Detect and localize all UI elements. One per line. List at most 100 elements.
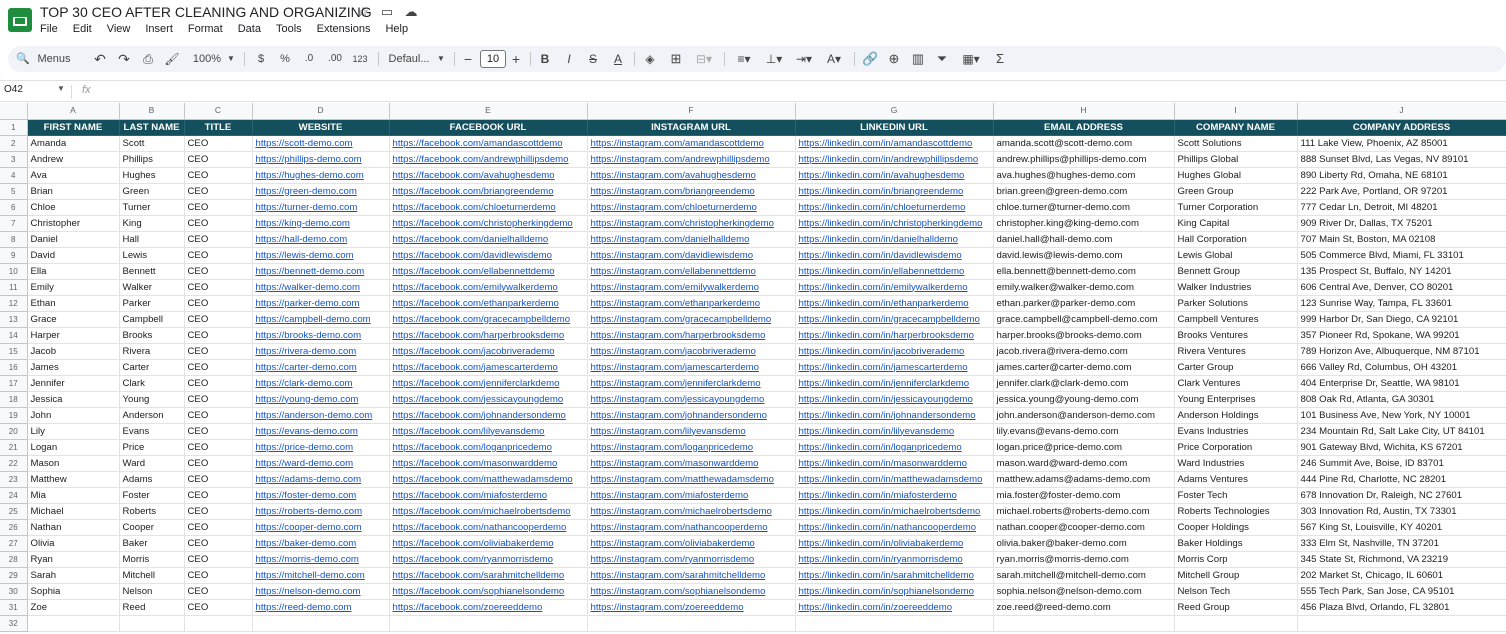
link-cell[interactable]: https://instagram.com/oliviabakerdemo — [587, 535, 796, 552]
star-icon[interactable]: ☆ — [355, 4, 371, 20]
data-cell[interactable]: andrew.phillips@phillips-demo.com — [993, 151, 1175, 168]
data-cell[interactable]: daniel.hall@hall-demo.com — [993, 231, 1175, 248]
data-cell[interactable]: Evans Industries — [1174, 423, 1298, 440]
link-cell[interactable]: https://instagram.com/jamescarterdemo — [587, 359, 796, 376]
font-size-decrease-button[interactable]: − — [462, 46, 474, 72]
data-cell[interactable]: Reed Group — [1174, 599, 1298, 616]
link-cell[interactable]: https://facebook.com/christopherkingdemo — [389, 215, 588, 232]
font-select[interactable]: Defaul... — [386, 46, 432, 72]
link-cell[interactable]: https://reed-demo.com — [252, 599, 390, 616]
data-cell[interactable]: olivia.baker@baker-demo.com — [993, 535, 1175, 552]
data-cell[interactable]: Jacob — [27, 343, 120, 360]
empty-cell[interactable] — [795, 615, 994, 632]
link-cell[interactable]: https://facebook.com/emilywalkerdemo — [389, 279, 588, 296]
data-cell[interactable]: Young — [119, 391, 185, 408]
data-cell[interactable]: Green — [119, 183, 185, 200]
row-header[interactable]: 19 — [0, 407, 28, 424]
link-cell[interactable]: https://campbell-demo.com — [252, 311, 390, 328]
data-cell[interactable]: Amanda — [27, 135, 120, 152]
valign-icon[interactable]: ⊥▾ — [762, 46, 786, 72]
data-cell[interactable]: Mason — [27, 455, 120, 472]
data-cell[interactable]: CEO — [184, 535, 253, 552]
link-cell[interactable]: https://king-demo.com — [252, 215, 390, 232]
link-cell[interactable]: https://linkedin.com/in/harperbrooksdemo — [795, 327, 994, 344]
row-header[interactable]: 29 — [0, 567, 28, 584]
link-cell[interactable]: https://instagram.com/michaelrobertsdemo — [587, 503, 796, 520]
functions-icon[interactable]: Σ — [992, 46, 1008, 72]
data-cell[interactable]: Cooper Holdings — [1174, 519, 1298, 536]
data-cell[interactable]: Carter — [119, 359, 185, 376]
link-cell[interactable]: https://facebook.com/jessicayoungdemo — [389, 391, 588, 408]
row-header[interactable]: 17 — [0, 375, 28, 392]
data-cell[interactable]: Turner Corporation — [1174, 199, 1298, 216]
empty-cell[interactable] — [587, 615, 796, 632]
data-cell[interactable]: lily.evans@evans-demo.com — [993, 423, 1175, 440]
data-cell[interactable]: CEO — [184, 167, 253, 184]
data-cell[interactable]: Reed — [119, 599, 185, 616]
link-cell[interactable]: https://linkedin.com/in/zoereeddemo — [795, 599, 994, 616]
link-cell[interactable]: https://linkedin.com/in/lilyevansdemo — [795, 423, 994, 440]
data-cell[interactable]: Phillips — [119, 151, 185, 168]
name-box[interactable]: O42 — [4, 84, 23, 95]
data-cell[interactable]: Anderson — [119, 407, 185, 424]
data-cell[interactable]: Lily — [27, 423, 120, 440]
data-cell[interactable]: Adams Ventures — [1174, 471, 1298, 488]
text-rotate-icon[interactable]: A▾ — [822, 46, 846, 72]
link-cell[interactable]: https://instagram.com/danielhalldemo — [587, 231, 796, 248]
link-cell[interactable]: https://parker-demo.com — [252, 295, 390, 312]
link-cell[interactable]: https://instagram.com/johnandersondemo — [587, 407, 796, 424]
data-cell[interactable]: CEO — [184, 375, 253, 392]
data-cell[interactable]: Nathan — [27, 519, 120, 536]
data-cell[interactable]: 357 Pioneer Rd, Spokane, WA 99201 — [1297, 327, 1506, 344]
link-cell[interactable]: https://bennett-demo.com — [252, 263, 390, 280]
data-cell[interactable]: 567 King St, Louisville, KY 40201 — [1297, 519, 1506, 536]
chart-icon[interactable]: ▥ — [910, 46, 926, 72]
data-cell[interactable]: Roberts — [119, 503, 185, 520]
link-cell[interactable]: https://linkedin.com/in/andrewphillipsde… — [795, 151, 994, 168]
data-cell[interactable]: CEO — [184, 471, 253, 488]
row-header[interactable]: 5 — [0, 183, 28, 200]
link-cell[interactable]: https://instagram.com/chloeturnerdemo — [587, 199, 796, 216]
data-cell[interactable]: 404 Enterprise Dr, Seattle, WA 98101 — [1297, 375, 1506, 392]
link-cell[interactable]: https://linkedin.com/in/sophianelsondemo — [795, 583, 994, 600]
data-cell[interactable]: zoe.reed@reed-demo.com — [993, 599, 1175, 616]
fill-color-icon[interactable]: ◈ — [642, 46, 658, 72]
empty-cell[interactable] — [252, 615, 390, 632]
data-cell[interactable]: 135 Prospect St, Buffalo, NY 14201 — [1297, 263, 1506, 280]
link-cell[interactable]: https://instagram.com/loganpricedemo — [587, 439, 796, 456]
data-cell[interactable]: CEO — [184, 247, 253, 264]
data-cell[interactable]: 333 Elm St, Nashville, TN 37201 — [1297, 535, 1506, 552]
data-cell[interactable]: 101 Business Ave, New York, NY 10001 — [1297, 407, 1506, 424]
column-header[interactable]: A — [27, 103, 120, 120]
data-cell[interactable]: Ward — [119, 455, 185, 472]
currency-button[interactable]: $ — [254, 46, 268, 72]
row-header[interactable]: 4 — [0, 167, 28, 184]
data-cell[interactable]: Mitchell — [119, 567, 185, 584]
filter-icon[interactable]: ⏷ — [934, 46, 950, 72]
row-header[interactable]: 31 — [0, 599, 28, 616]
link-cell[interactable]: https://instagram.com/masonwarddemo — [587, 455, 796, 472]
link-cell[interactable]: https://linkedin.com/in/amandascottdemo — [795, 135, 994, 152]
data-cell[interactable]: grace.campbell@campbell-demo.com — [993, 311, 1175, 328]
data-cell[interactable]: Sarah — [27, 567, 120, 584]
row-header[interactable]: 2 — [0, 135, 28, 152]
link-cell[interactable]: https://instagram.com/sarahmitchelldemo — [587, 567, 796, 584]
data-cell[interactable]: michael.roberts@roberts-demo.com — [993, 503, 1175, 520]
header-cell[interactable]: FACEBOOK URL — [389, 119, 588, 136]
link-cell[interactable]: https://clark-demo.com — [252, 375, 390, 392]
data-cell[interactable]: Grace — [27, 311, 120, 328]
data-cell[interactable]: 444 Pine Rd, Charlotte, NC 28201 — [1297, 471, 1506, 488]
row-header[interactable]: 24 — [0, 487, 28, 504]
document-title[interactable]: TOP 30 CEO AFTER CLEANING AND ORGANIZING — [40, 4, 372, 20]
text-color-icon[interactable]: A — [610, 46, 626, 72]
data-cell[interactable]: Walker Industries — [1174, 279, 1298, 296]
row-header[interactable]: 30 — [0, 583, 28, 600]
data-cell[interactable]: Morris — [119, 551, 185, 568]
link-cell[interactable]: https://anderson-demo.com — [252, 407, 390, 424]
data-cell[interactable]: 555 Tech Park, San Jose, CA 95101 — [1297, 583, 1506, 600]
data-cell[interactable]: Lewis — [119, 247, 185, 264]
link-icon[interactable]: 🔗 — [862, 46, 878, 72]
link-cell[interactable]: https://instagram.com/sophianelsondemo — [587, 583, 796, 600]
data-cell[interactable]: CEO — [184, 455, 253, 472]
redo-icon[interactable]: ↷ — [116, 46, 132, 72]
